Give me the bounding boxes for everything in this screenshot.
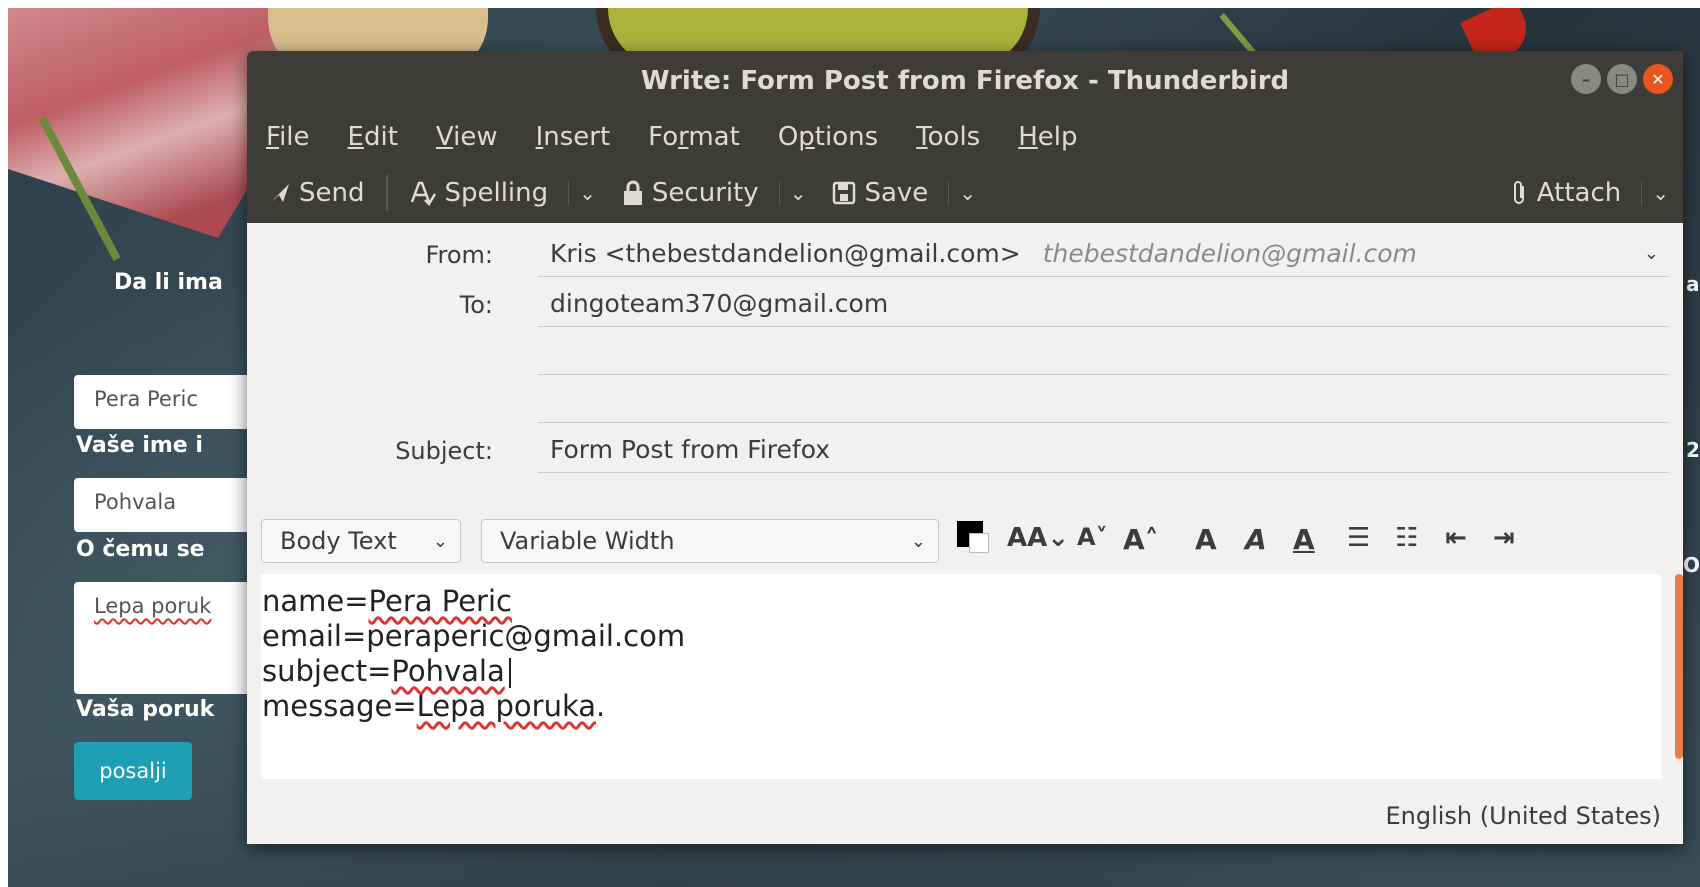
background-color-icon[interactable] bbox=[969, 533, 989, 553]
chevron-down-icon: ⌄ bbox=[432, 530, 448, 552]
window-title: Write: Form Post from Firefox - Thunderb… bbox=[640, 66, 1290, 96]
compose-window: Write: Form Post from Firefox - Thunderb… bbox=[247, 51, 1683, 844]
misspelled-word: Pohvala bbox=[391, 654, 505, 688]
indent-icon[interactable]: ⇥ bbox=[1493, 523, 1515, 553]
font-value: Variable Width bbox=[500, 527, 675, 555]
to-label: To: bbox=[459, 291, 493, 319]
close-button[interactable]: ✕ bbox=[1643, 64, 1673, 94]
body-line: subject=Pohvala bbox=[262, 654, 1661, 689]
italic-icon[interactable]: A bbox=[1245, 523, 1267, 556]
larger-font-icon[interactable]: A˄ bbox=[1123, 523, 1159, 556]
paperclip-icon bbox=[1511, 179, 1529, 207]
body-line: name=Pera Peric bbox=[262, 584, 512, 618]
save-icon bbox=[832, 181, 856, 205]
bg-message-value: Lepa poruk bbox=[94, 594, 212, 618]
menu-format[interactable]: Format bbox=[648, 122, 740, 152]
body-line: message=Lepa poruka. bbox=[262, 689, 606, 723]
menu-edit[interactable]: Edit bbox=[348, 122, 398, 152]
send-button[interactable]: Send bbox=[269, 178, 364, 208]
subject-field[interactable]: Form Post from Firefox bbox=[538, 427, 1669, 473]
to-value: dingoteam370@gmail.com bbox=[550, 289, 889, 318]
formatting-toolbar: Body Text ⌄ Variable Width ⌄ AA⌄ A˅ A˄ A… bbox=[247, 513, 1683, 569]
font-size-icon[interactable]: AA⌄ bbox=[1007, 523, 1069, 553]
save-dropdown-chevron-icon[interactable]: ⌄ bbox=[948, 181, 976, 205]
from-identity-email: thebestdandelion@gmail.com bbox=[1042, 239, 1417, 268]
address-headers: From: Kris <thebestdandelion@gmail.com> … bbox=[247, 223, 1683, 513]
menu-help[interactable]: Help bbox=[1018, 122, 1077, 152]
window-controls: – □ ✕ bbox=[1571, 64, 1673, 94]
security-button[interactable]: Security ⌄ bbox=[622, 178, 806, 208]
text-cursor bbox=[508, 658, 511, 688]
send-icon bbox=[269, 182, 291, 204]
underline-icon[interactable]: A bbox=[1293, 523, 1315, 556]
from-label: From: bbox=[425, 241, 493, 269]
security-dropdown-chevron-icon[interactable]: ⌄ bbox=[778, 181, 806, 205]
form-question-heading: Da li ima bbox=[114, 270, 223, 295]
maximize-button[interactable]: □ bbox=[1607, 64, 1637, 94]
bg-edge-text-2: 2 bbox=[1686, 438, 1700, 462]
recipient-field-empty-1[interactable] bbox=[538, 329, 1669, 375]
misspelled-word: Lepa poruka bbox=[416, 689, 597, 723]
bg-edge-text-a: a bbox=[1686, 272, 1700, 296]
spelling-icon bbox=[410, 180, 437, 206]
spelling-dropdown-chevron-icon[interactable]: ⌄ bbox=[568, 181, 596, 205]
title-bar[interactable]: Write: Form Post from Firefox - Thunderb… bbox=[247, 51, 1683, 111]
menu-options[interactable]: Options bbox=[778, 122, 878, 152]
minimize-button[interactable]: – bbox=[1571, 64, 1601, 94]
paragraph-style-select[interactable]: Body Text ⌄ bbox=[261, 519, 461, 563]
status-bar: English (United States) bbox=[247, 788, 1683, 844]
subject-value: Form Post from Firefox bbox=[550, 435, 831, 464]
numbered-list-icon[interactable]: ☷ bbox=[1395, 523, 1418, 553]
recipient-field-empty-2[interactable] bbox=[538, 377, 1669, 423]
smaller-font-icon[interactable]: A˅ bbox=[1077, 523, 1108, 551]
menu-insert[interactable]: Insert bbox=[536, 122, 611, 152]
menu-file[interactable]: File bbox=[266, 122, 310, 152]
from-dropdown-chevron-icon[interactable]: ⌄ bbox=[1644, 243, 1659, 264]
bg-message-label: Vaša poruk bbox=[76, 697, 215, 722]
menu-tools[interactable]: Tools bbox=[916, 122, 980, 152]
subject-label: Subject: bbox=[395, 437, 493, 465]
scrollbar[interactable] bbox=[1675, 574, 1683, 759]
bg-subject-label: O čemu se bbox=[76, 537, 205, 562]
language-indicator[interactable]: English (United States) bbox=[1385, 802, 1661, 830]
save-label: Save bbox=[864, 178, 929, 208]
misspelled-word: Pera Peric bbox=[368, 584, 512, 618]
menu-view[interactable]: View bbox=[436, 122, 498, 152]
save-button[interactable]: Save ⌄ bbox=[832, 178, 976, 208]
bg-edge-text-o: O bbox=[1683, 553, 1700, 577]
message-body-editor[interactable]: name=Pera Peric email=peraperic@gmail.co… bbox=[261, 574, 1661, 779]
attach-button[interactable]: Attach ⌄ bbox=[1511, 178, 1669, 208]
chevron-down-icon: ⌄ bbox=[910, 530, 926, 552]
lock-icon bbox=[622, 180, 644, 206]
attach-dropdown-chevron-icon[interactable]: ⌄ bbox=[1641, 181, 1669, 205]
send-label: Send bbox=[299, 178, 365, 208]
paragraph-style-value: Body Text bbox=[280, 527, 397, 555]
bg-submit-button[interactable]: posalji bbox=[74, 742, 192, 800]
font-select[interactable]: Variable Width ⌄ bbox=[481, 519, 939, 563]
spelling-label: Spelling bbox=[444, 178, 549, 208]
body-line: email=peraperic@gmail.com bbox=[262, 619, 686, 653]
toolbar-separator bbox=[386, 175, 389, 211]
spelling-button[interactable]: Spelling ⌄ bbox=[410, 178, 596, 208]
bg-name-label: Vaše ime i bbox=[76, 433, 203, 458]
outdent-icon[interactable]: ⇤ bbox=[1445, 523, 1467, 553]
compose-toolbar: Send Spelling ⌄ Security ⌄ Save ⌄ Attach… bbox=[247, 163, 1683, 223]
bullet-list-icon[interactable]: ☰ bbox=[1347, 523, 1370, 553]
menu-bar: File Edit View Insert Format Options Too… bbox=[247, 111, 1683, 163]
from-select[interactable]: Kris <thebestdandelion@gmail.com> thebes… bbox=[538, 231, 1669, 277]
security-label: Security bbox=[651, 178, 759, 208]
attach-label: Attach bbox=[1536, 178, 1622, 208]
to-field[interactable]: dingoteam370@gmail.com bbox=[538, 281, 1669, 327]
bold-icon[interactable]: A bbox=[1195, 523, 1217, 556]
from-value: Kris <thebestdandelion@gmail.com> bbox=[550, 239, 1021, 268]
